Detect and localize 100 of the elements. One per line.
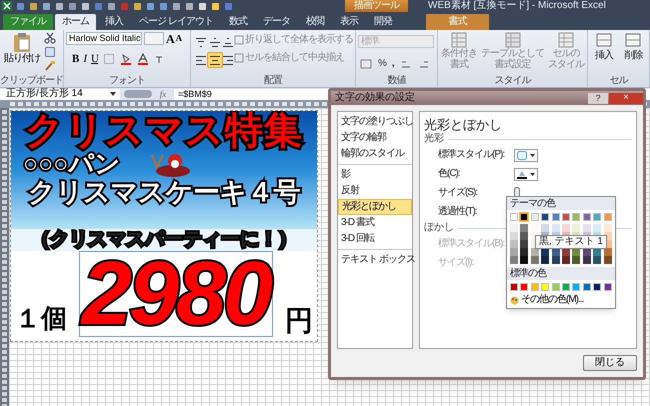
align-icon (196, 38, 206, 46)
ribbon-tab[interactable]: 挿入 (98, 14, 130, 30)
category-item[interactable]: 3-D 書式 (338, 215, 412, 231)
table-grid-icon (450, 32, 468, 48)
santa-sleigh-drawing (151, 153, 191, 177)
headline-text: クリスマス特集 (25, 111, 303, 151)
group-label: フォント (108, 76, 146, 87)
insert-button[interactable]: 挿入 (594, 32, 613, 76)
more-colors-item[interactable]: その他の色(M)... (507, 295, 615, 305)
color-swatch[interactable] (541, 213, 550, 221)
field-label: 色(C): (438, 169, 461, 179)
tooltip: 黒, テキスト 1 (535, 235, 607, 249)
panel-heading: 光彩とぼかし (424, 118, 503, 131)
font-color-icon[interactable] (136, 53, 149, 65)
color-swatch[interactable] (510, 213, 518, 221)
swatch-icon (516, 170, 527, 178)
ribbon-tab[interactable]: ページ レイアウト (132, 14, 220, 30)
menu-section-title: 標準の色 (507, 267, 615, 280)
color-swatch[interactable] (604, 283, 612, 291)
borders-icon[interactable] (102, 53, 115, 65)
italic-button[interactable]: I (83, 54, 86, 64)
category-item[interactable]: 影 (338, 167, 412, 183)
color-swatch[interactable] (572, 283, 580, 291)
font-size-field[interactable] (144, 32, 164, 45)
color-swatch[interactable] (604, 213, 612, 221)
field-label: 標準スタイル(P): (438, 150, 506, 160)
align-icon (210, 38, 220, 46)
color-swatch[interactable] (582, 283, 591, 291)
price-text: 2980 (78, 251, 274, 337)
category-item[interactable]: 輪郭のスタイル (338, 146, 412, 162)
group-label: クリップボード (0, 76, 63, 87)
glow-preset-dropdown[interactable] (514, 148, 538, 162)
ribbon-tab[interactable]: 数式 (222, 14, 254, 30)
color-swatch[interactable] (520, 213, 528, 221)
swatch-icon (516, 150, 527, 160)
insert-cells-icon (594, 32, 613, 48)
field-label: サイズ(I): (438, 258, 474, 268)
ribbon-tab[interactable]: ファイル (3, 14, 53, 30)
ribbon-tab[interactable]: ホーム (55, 14, 96, 30)
group-label: 配置 (263, 76, 284, 87)
excel-logo-icon[interactable] (2, 1, 12, 11)
glow-color-dropdown[interactable] (514, 168, 538, 180)
align-icon (210, 56, 220, 64)
window-title: WEB素材 [互換モード] - Microsoft Excel (427, 0, 607, 12)
delete-cells-icon (624, 32, 642, 48)
comma-button[interactable]: , (392, 59, 394, 69)
color-swatch[interactable] (520, 283, 528, 291)
color-swatch[interactable] (552, 283, 560, 291)
fill-color-icon[interactable] (120, 53, 132, 65)
shrink-font-button[interactable]: A (176, 34, 182, 43)
close-button[interactable]: × (609, 92, 643, 104)
scissors-icon[interactable] (44, 32, 56, 44)
ribbon-tab[interactable]: 校閲 (298, 14, 331, 30)
dropdown-caret-icon (110, 92, 116, 96)
menu-section-title: テーマの色 (507, 197, 615, 210)
field-label: サイズ(S): (438, 188, 478, 198)
section-title: ぼかし (424, 223, 454, 233)
color-swatch[interactable] (552, 213, 560, 221)
color-swatch[interactable] (530, 213, 539, 221)
insert-function-button[interactable]: fx (156, 90, 170, 98)
category-item[interactable]: 光彩とぼかし (338, 199, 412, 215)
wrap-text-icon (234, 35, 244, 45)
grow-font-button[interactable]: A (166, 32, 174, 44)
tagline-text: （クリスマスパーティーに！） (11, 229, 317, 251)
color-swatch[interactable] (593, 283, 602, 291)
group-label: セル (608, 76, 629, 87)
delete-button[interactable]: 削除 (624, 32, 642, 76)
color-swatch[interactable] (541, 283, 550, 291)
category-item[interactable]: 文字の輪郭 (338, 130, 412, 146)
name-box-field[interactable]: 正方形/長方形 14 (0, 88, 120, 100)
color-swatch[interactable] (530, 283, 539, 291)
ribbon-tab[interactable]: 表示 (332, 14, 365, 30)
color-swatch[interactable] (582, 213, 591, 221)
category-item[interactable]: 文字の塗りつぶし (338, 114, 412, 130)
color-swatch[interactable] (562, 213, 570, 221)
percent-button[interactable]: % (378, 59, 386, 69)
align-icon (223, 56, 234, 64)
color-swatch[interactable] (510, 283, 518, 291)
currency-icon[interactable] (360, 58, 372, 70)
paste-button[interactable]: 貼り付け (2, 32, 42, 76)
ribbon-tab[interactable]: 開発 (366, 14, 399, 30)
font-name-field[interactable]: Harlow Solid Italic (66, 32, 142, 45)
currency-text: 円 (285, 307, 313, 337)
brush-icon[interactable] (44, 60, 56, 72)
color-swatch[interactable] (572, 213, 580, 221)
ribbon-tab[interactable]: データ (256, 14, 297, 30)
underline-button[interactable]: U (91, 54, 98, 64)
group-label: スタイル (494, 76, 532, 87)
help-button[interactable]: ? (588, 92, 608, 104)
bold-button[interactable]: B (72, 54, 78, 64)
color-swatch[interactable] (562, 283, 570, 291)
quantity-text: １個 (15, 305, 67, 335)
copy-icon[interactable] (44, 46, 56, 58)
align-icon (223, 38, 234, 46)
category-item[interactable]: 反射 (338, 183, 412, 199)
category-item[interactable]: 3-D 回転 (338, 231, 412, 247)
close-dialog-button[interactable]: 閉じる (583, 355, 637, 371)
dialog-title: 文字の効果の設定 (335, 93, 415, 103)
color-swatch[interactable] (593, 213, 602, 221)
align-center-button[interactable] (206, 52, 223, 68)
